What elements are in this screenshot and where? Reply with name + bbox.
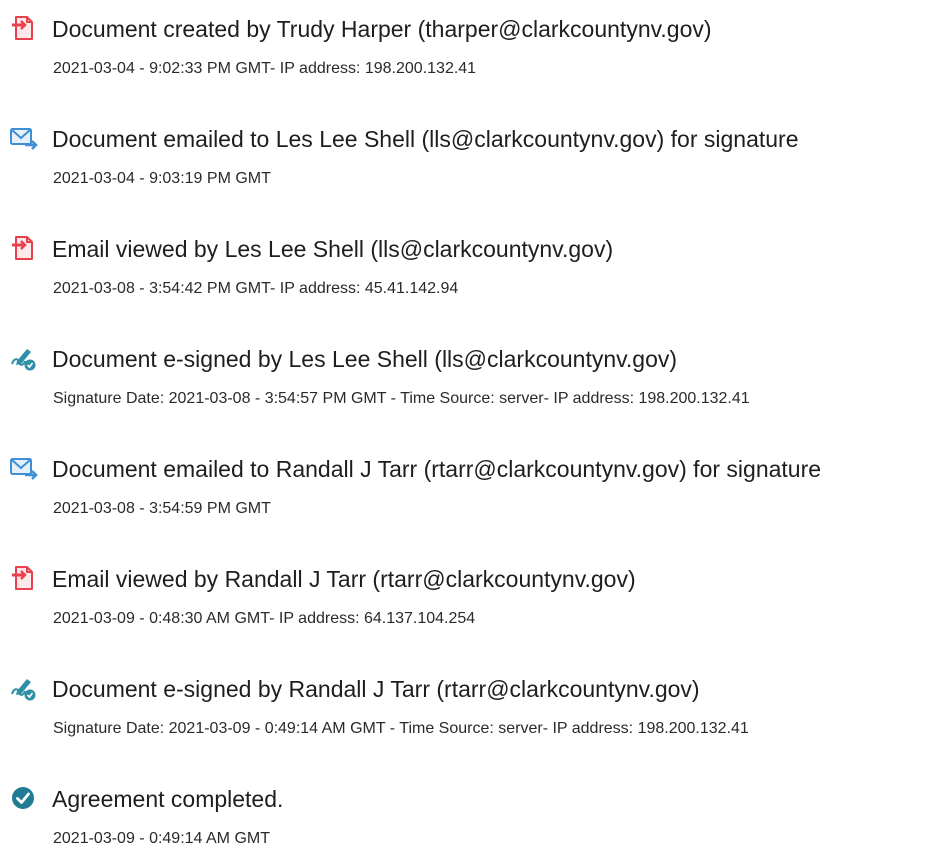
history-event: Document e-signed by Les Lee Shell (lls@… <box>0 340 948 420</box>
history-event: Document e-signed by Randall J Tarr (rta… <box>0 670 948 750</box>
event-title: Document e-signed by Randall J Tarr (rta… <box>52 676 700 702</box>
event-title: Agreement completed. <box>52 786 284 812</box>
document-icon <box>8 234 38 262</box>
pen-icon <box>8 344 38 372</box>
history-event: Document created by Trudy Harper (tharpe… <box>0 10 948 90</box>
document-icon <box>8 14 38 42</box>
event-title: Document emailed to Randall J Tarr (rtar… <box>52 456 822 482</box>
event-title: Email viewed by Randall J Tarr (rtarr@cl… <box>52 566 636 592</box>
history-event: Document emailed to Randall J Tarr (rtar… <box>0 450 948 530</box>
event-detail: Signature Date: 2021-03-09 - 0:49:14 AM … <box>53 720 749 737</box>
event-title: Document e-signed by Les Lee Shell (lls@… <box>52 346 678 372</box>
event-detail: 2021-03-08 - 3:54:42 PM GMT- IP address:… <box>53 280 459 297</box>
event-title: Document created by Trudy Harper (tharpe… <box>52 16 712 42</box>
history-event: Email viewed by Randall J Tarr (rtarr@cl… <box>0 560 948 640</box>
document-icon <box>8 564 38 592</box>
history-event: Email viewed by Les Lee Shell (lls@clark… <box>0 230 948 310</box>
check-circle-icon <box>8 784 38 812</box>
event-detail: 2021-03-04 - 9:02:33 PM GMT- IP address:… <box>53 60 477 77</box>
audit-history: Document created by Trudy Harper (tharpe… <box>0 0 948 847</box>
email-icon <box>8 454 38 482</box>
event-detail: 2021-03-08 - 3:54:59 PM GMT <box>53 500 271 517</box>
event-title: Document emailed to Les Lee Shell (lls@c… <box>52 126 799 152</box>
event-detail: Signature Date: 2021-03-08 - 3:54:57 PM … <box>53 390 750 407</box>
history-event: Document emailed to Les Lee Shell (lls@c… <box>0 120 948 200</box>
event-title: Email viewed by Les Lee Shell (lls@clark… <box>52 236 614 262</box>
history-event: Agreement completed. 2021-03-09 - 0:49:1… <box>0 780 948 860</box>
email-icon <box>8 124 38 152</box>
pen-icon <box>8 674 38 702</box>
event-detail: 2021-03-04 - 9:03:19 PM GMT <box>53 170 271 187</box>
event-detail: 2021-03-09 - 0:48:30 AM GMT- IP address:… <box>53 610 476 627</box>
event-detail: 2021-03-09 - 0:49:14 AM GMT <box>53 830 270 847</box>
